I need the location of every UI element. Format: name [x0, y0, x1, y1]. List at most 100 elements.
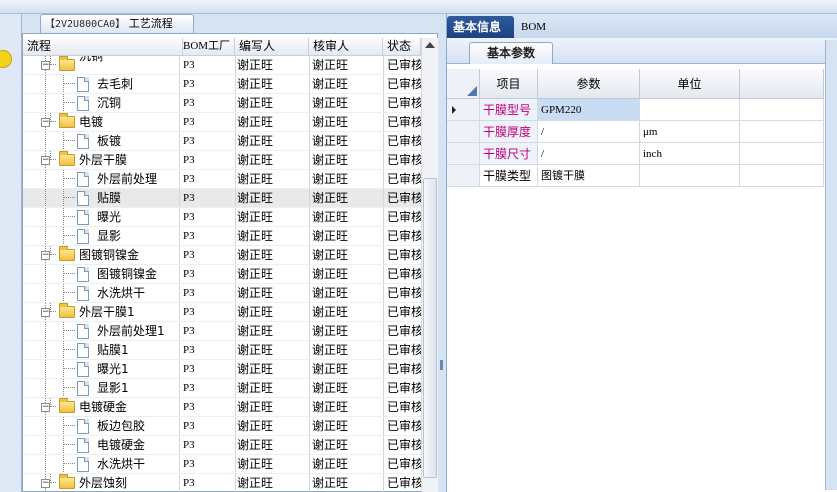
tree-row[interactable]: 电镀硬金 P3 谢正旺 谢正旺 已审核 [23, 436, 421, 455]
tree-row[interactable]: 贴膜 P3 谢正旺 谢正旺 已审核 [23, 189, 421, 208]
reviewer-cell: 谢正旺 [312, 115, 349, 129]
grid-corner[interactable] [447, 69, 480, 99]
param-row[interactable]: 干膜厚度 / μm [447, 121, 824, 143]
bom-factory-cell: P3 [183, 230, 195, 242]
process-flow-tab[interactable]: 【2V2U800CA0】 工艺流程 [40, 14, 194, 33]
col-header-bom-factory[interactable]: BOM工厂 [179, 38, 235, 55]
tree-row[interactable]: 水洗烘干 P3 谢正旺 谢正旺 已审核 [23, 455, 421, 474]
param-unit-cell[interactable] [640, 165, 740, 187]
tree-row[interactable]: − 电镀硬金 P3 谢正旺 谢正旺 已审核 [23, 398, 421, 417]
tree-row[interactable]: 板镀 P3 谢正旺 谢正旺 已审核 [23, 132, 421, 151]
tree-row[interactable]: 曝光 P3 谢正旺 谢正旺 已审核 [23, 208, 421, 227]
grid-header-unit[interactable]: 单位 [640, 69, 740, 99]
reviewer-cell: 谢正旺 [312, 77, 349, 91]
param-unit-cell[interactable] [640, 99, 740, 121]
tree-row[interactable]: − 外层干膜 P3 谢正旺 谢正旺 已审核 [23, 151, 421, 170]
splitter-grip-icon [440, 360, 444, 370]
reviewer-cell: 谢正旺 [312, 343, 349, 357]
document-icon [77, 324, 89, 339]
tree-row[interactable]: 图镀铜镍金 P3 谢正旺 谢正旺 已审核 [23, 265, 421, 284]
tree-node-label: 图镀铜镍金 [79, 248, 140, 262]
tree-row[interactable]: 显影 P3 谢正旺 谢正旺 已审核 [23, 227, 421, 246]
scroll-up-icon[interactable] [425, 42, 435, 48]
collapse-toggle-icon[interactable]: − [41, 403, 50, 412]
tree-connector [45, 132, 46, 150]
grid-header-item[interactable]: 项目 [480, 69, 538, 99]
column-divider [179, 379, 180, 397]
param-unit-cell[interactable]: inch [640, 143, 740, 165]
scroll-thumb[interactable] [423, 178, 437, 478]
row-indicator[interactable] [447, 165, 480, 187]
row-indicator[interactable] [447, 99, 480, 121]
col-header-reviewer[interactable]: 核审人 [309, 38, 383, 55]
reviewer-cell: 谢正旺 [312, 324, 349, 338]
tree-row[interactable]: 曝光1 P3 谢正旺 谢正旺 已审核 [23, 360, 421, 379]
param-value-cell[interactable]: / [538, 143, 640, 165]
tree-row[interactable]: 显影1 P3 谢正旺 谢正旺 已审核 [23, 379, 421, 398]
bom-factory-cell: P3 [183, 287, 195, 299]
tab-basic-info[interactable]: 基本信息 [447, 16, 514, 38]
column-divider [309, 246, 310, 264]
status-cell: 已审核 [387, 153, 421, 167]
reviewer-cell: 谢正旺 [312, 58, 349, 72]
collapse-toggle-icon[interactable]: − [41, 251, 50, 260]
right-collapsed-strip[interactable] [825, 40, 837, 490]
tree-row[interactable]: − 电镀 P3 谢正旺 谢正旺 已审核 [23, 113, 421, 132]
tree-row[interactable]: − 外层干膜1 P3 谢正旺 谢正旺 已审核 [23, 303, 421, 322]
tree-connector [63, 227, 75, 236]
param-row[interactable]: 干膜型号 GPM220 [447, 99, 824, 121]
collapse-toggle-icon[interactable]: − [41, 479, 50, 488]
param-value-cell[interactable]: GPM220 [538, 99, 640, 121]
bom-factory-cell: P3 [183, 363, 195, 375]
collapse-toggle-icon[interactable]: − [41, 308, 50, 317]
writer-cell: 谢正旺 [237, 58, 274, 72]
tree-node: − 电镀 [23, 113, 177, 131]
collapse-toggle-icon[interactable]: − [41, 61, 50, 70]
column-divider [235, 265, 236, 283]
param-value-cell[interactable]: / [538, 121, 640, 143]
writer-cell: 谢正旺 [237, 191, 274, 205]
tree-row[interactable]: 板边包胶 P3 谢正旺 谢正旺 已审核 [23, 417, 421, 436]
col-header-writer[interactable]: 编写人 [235, 38, 309, 55]
collapse-toggle-icon[interactable]: − [41, 156, 50, 165]
tree-node-label: 外层干膜1 [79, 305, 135, 319]
status-cell: 已审核 [387, 362, 421, 376]
column-divider [309, 56, 310, 74]
column-divider [179, 75, 180, 93]
tree-row[interactable]: − 外层蚀刻 P3 谢正旺 谢正旺 已审核 [23, 474, 421, 492]
tree-row[interactable]: 外层前处理1 P3 谢正旺 谢正旺 已审核 [23, 322, 421, 341]
column-divider [309, 75, 310, 93]
param-row[interactable]: 干膜类型 图镀干膜 [447, 165, 824, 187]
tree-row[interactable]: 沉铜 P3 谢正旺 谢正旺 已审核 [23, 94, 421, 113]
tab-bom[interactable]: BOM [515, 16, 552, 38]
row-indicator[interactable] [447, 121, 480, 143]
tree-row[interactable]: 外层前处理 P3 谢正旺 谢正旺 已审核 [23, 170, 421, 189]
tree-connector [45, 227, 46, 245]
param-unit-cell[interactable]: μm [640, 121, 740, 143]
col-header-status[interactable]: 状态 [383, 38, 421, 55]
param-value-cell[interactable]: 图镀干膜 [538, 165, 640, 187]
reviewer-cell: 谢正旺 [312, 381, 349, 395]
bom-factory-cell: P3 [183, 401, 195, 413]
row-indicator[interactable] [447, 143, 480, 165]
tree-node: 外层前处理1 [23, 322, 177, 340]
col-header-flow[interactable]: 流程 [23, 38, 183, 55]
tree-row[interactable]: − 图镀铜镍金 P3 谢正旺 谢正旺 已审核 [23, 246, 421, 265]
column-divider [309, 474, 310, 492]
tree-row[interactable]: 去毛刺 P3 谢正旺 谢正旺 已审核 [23, 75, 421, 94]
tree-scrollbar[interactable] [421, 38, 438, 492]
status-cell: 已审核 [387, 96, 421, 110]
tab-basic-params[interactable]: 基本参数 [469, 42, 553, 64]
left-collapsed-strip[interactable] [0, 14, 22, 492]
panel-splitter[interactable] [438, 14, 446, 492]
tree-node-label: 外层蚀刻 [79, 476, 128, 490]
grid-header-param[interactable]: 参数 [538, 69, 640, 99]
collapse-toggle-icon[interactable]: − [41, 118, 50, 127]
tree-node: 电镀硬金 [23, 436, 177, 454]
param-row[interactable]: 干膜尺寸 / inch [447, 143, 824, 165]
tree-row[interactable]: − 沉铜 P3 谢正旺 谢正旺 已审核 [23, 56, 421, 75]
tree-row[interactable]: 贴膜1 P3 谢正旺 谢正旺 已审核 [23, 341, 421, 360]
tree-row[interactable]: 水洗烘干 P3 谢正旺 谢正旺 已审核 [23, 284, 421, 303]
column-divider [309, 360, 310, 378]
writer-cell: 谢正旺 [237, 362, 274, 376]
